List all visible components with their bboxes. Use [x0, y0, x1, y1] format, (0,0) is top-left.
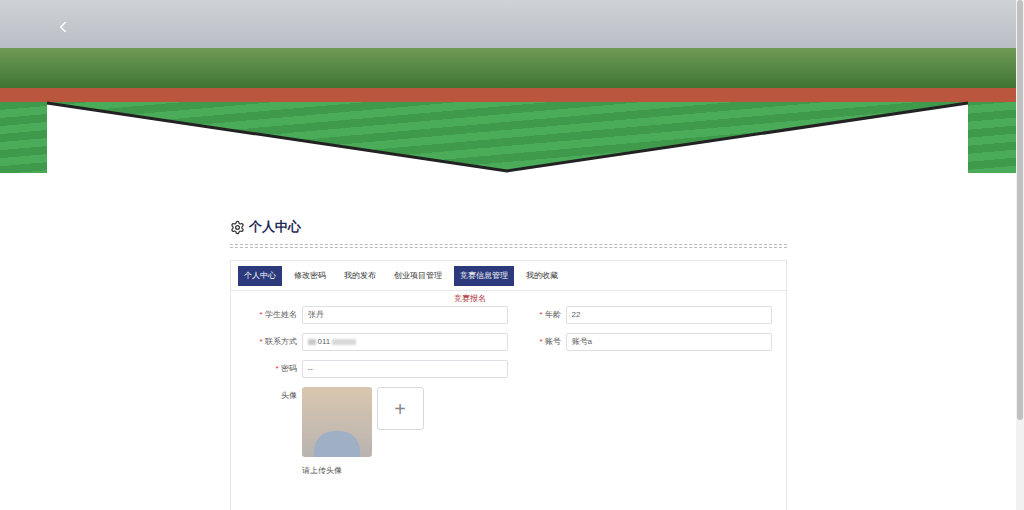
tab-menu-item[interactable]: 竞赛报名 — [450, 293, 490, 305]
form-row: *密码 -- — [235, 360, 786, 378]
redaction — [308, 339, 316, 345]
divider — [230, 244, 787, 248]
field-label: *账号 — [508, 336, 561, 348]
tab[interactable]: 创业项目管理 — [388, 266, 448, 286]
tab[interactable]: 竞赛信息管理 — [454, 266, 514, 286]
field-label: *密码 — [235, 363, 297, 375]
tab-bar: 个人中心修改密码我的发布创业项目管理竞赛信息管理竞赛报名我的收藏 — [231, 261, 786, 291]
field-label: *学生姓名 — [235, 309, 297, 321]
field-label: 头像 — [235, 387, 297, 477]
form-field: *账号账号a — [508, 333, 772, 351]
gear-icon — [230, 220, 245, 235]
scrollbar-thumb[interactable] — [1017, 0, 1023, 420]
required-mark: * — [539, 310, 542, 319]
scrollbar[interactable] — [1016, 0, 1024, 510]
back-arrow-icon[interactable] — [54, 18, 72, 36]
profile-section: 个人中心个人中心修改密码我的发布创业项目管理竞赛信息管理竞赛报名我的收藏*学生姓… — [230, 218, 787, 510]
section-header: 个人中心 — [230, 218, 787, 236]
form-row: *联系方式 011*账号账号a — [235, 333, 786, 351]
avatar-uploader: + 请上传头像 — [302, 387, 424, 477]
page: 个人中心个人中心修改密码我的发布创业项目管理竞赛信息管理竞赛报名我的收藏*学生姓… — [0, 0, 1024, 510]
main: 个人中心个人中心修改密码我的发布创业项目管理竞赛信息管理竞赛报名我的收藏*学生姓… — [0, 0, 1016, 510]
tab[interactable]: 个人中心 — [238, 266, 282, 286]
avatar-row: 头像 + 请上传头像 — [235, 387, 786, 477]
form-row: *学生姓名张丹*年龄 22 — [235, 306, 786, 324]
text-input[interactable]: 22 — [566, 306, 772, 324]
text-input[interactable]: 账号a — [566, 333, 772, 351]
required-mark: * — [259, 337, 262, 346]
form-field: *密码 -- — [235, 360, 508, 378]
upload-hint: 请上传头像 — [302, 465, 424, 477]
tab-wrapper: 修改密码 — [288, 266, 332, 286]
tab-wrapper: 我的发布 — [338, 266, 382, 286]
upload-button[interactable]: + — [377, 387, 424, 430]
form-field: *学生姓名张丹 — [235, 306, 508, 324]
required-mark: * — [275, 364, 278, 373]
tab-wrapper: 我的收藏 — [520, 266, 564, 286]
required-mark: * — [539, 337, 542, 346]
tab-wrapper: 竞赛信息管理竞赛报名 — [454, 266, 514, 286]
redaction — [332, 339, 356, 345]
tab[interactable]: 修改密码 — [288, 266, 332, 286]
profile-panel: 个人中心修改密码我的发布创业项目管理竞赛信息管理竞赛报名我的收藏*学生姓名张丹*… — [230, 260, 787, 510]
field-label: *年龄 — [508, 309, 561, 321]
tab-wrapper: 个人中心 — [238, 266, 282, 286]
banner — [0, 0, 1016, 173]
tab-menu: 竞赛报名 — [450, 293, 490, 305]
tab[interactable]: 我的发布 — [338, 266, 382, 286]
tab[interactable]: 我的收藏 — [520, 266, 564, 286]
profile-form: *学生姓名张丹*年龄 22 *联系方式 011*账号账号a *密码 -- 头像 + 请上传头像 — [231, 291, 786, 477]
banner-frame-icon — [0, 0, 1016, 173]
form-field: *年龄 22 — [508, 306, 772, 324]
section-title: 个人中心 — [249, 217, 301, 237]
text-input[interactable]: 张丹 — [302, 306, 508, 324]
text-input[interactable]: -- — [302, 360, 508, 378]
required-mark: * — [259, 310, 262, 319]
text-input[interactable]: 011 — [302, 333, 508, 351]
avatar-photo — [302, 387, 372, 457]
tab-wrapper: 创业项目管理 — [388, 266, 448, 286]
field-label: *联系方式 — [235, 336, 297, 348]
form-field: *联系方式 011 — [235, 333, 508, 351]
